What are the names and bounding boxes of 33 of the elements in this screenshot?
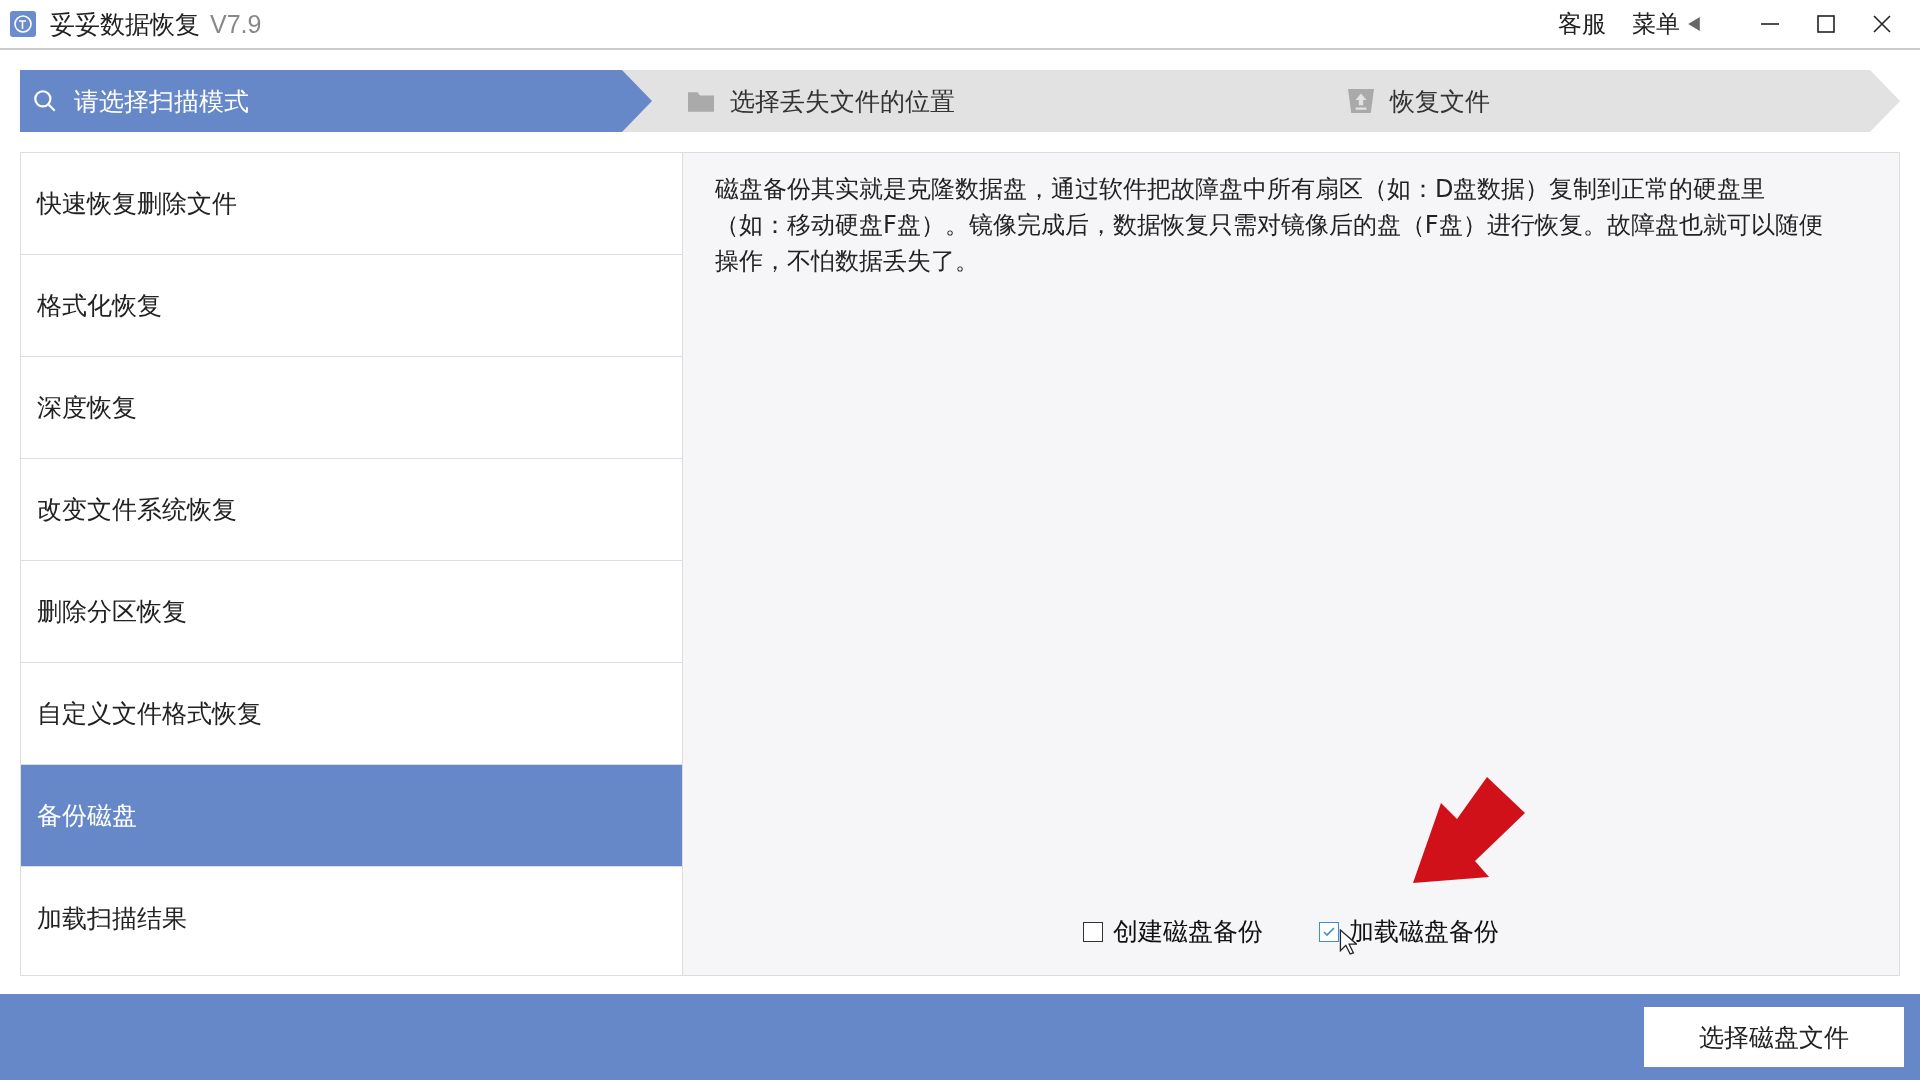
checkbox[interactable]	[1083, 921, 1103, 942]
mode-item[interactable]: 改变文件系统恢复	[21, 459, 682, 561]
pointer-arrow-icon	[1413, 777, 1525, 883]
option-checkbox[interactable]: 加载磁盘备份	[1319, 915, 1499, 948]
mode-item[interactable]: 加载扫描结果	[21, 867, 682, 969]
mode-item[interactable]: 格式化恢复	[21, 255, 682, 357]
step-tab[interactable]: 选择丢失文件的位置	[652, 70, 1318, 132]
maximize-icon	[1816, 14, 1836, 34]
step-label: 选择丢失文件的位置	[730, 85, 955, 118]
option-label: 创建磁盘备份	[1113, 916, 1263, 948]
version-label: V7.9	[210, 9, 262, 39]
step-tab[interactable]: 恢复文件	[1318, 70, 1490, 132]
minimize-icon	[1760, 23, 1780, 25]
option-checkbox[interactable]: 创建磁盘备份	[1083, 915, 1263, 948]
step-tab[interactable]: 请选择扫描模式	[20, 70, 652, 132]
select-disk-file-button[interactable]: 选择磁盘文件	[1644, 1007, 1904, 1067]
caret-icon	[1688, 17, 1700, 31]
mode-item[interactable]: 删除分区恢复	[21, 561, 682, 663]
close-icon	[1872, 14, 1892, 34]
option-label: 加载磁盘备份	[1349, 916, 1499, 948]
upload-icon	[1348, 88, 1374, 114]
window-title: 妥妥数据恢复	[50, 8, 200, 41]
description-text: 磁盘备份其实就是克隆数据盘，通过软件把故障盘中所有扇区（如：D盘数据）复制到正常的硬盘里（如：移动硬盘F盘）。镜像完成后，数据恢复只需对镜像后的盘（F盘）进行恢复。故障盘也就可以随便操作，不怕数据丢失了。	[715, 174, 1824, 277]
support-link[interactable]: 客服	[1558, 8, 1606, 40]
menu-button[interactable]: 菜单	[1632, 8, 1680, 40]
mode-item[interactable]: 快速恢复删除文件	[21, 153, 682, 255]
step-label: 请选择扫描模式	[74, 85, 249, 118]
mode-item[interactable]: 深度恢复	[21, 357, 682, 459]
search-icon	[32, 88, 58, 114]
mode-item[interactable]: 备份磁盘	[21, 765, 682, 867]
step-label: 恢复文件	[1390, 85, 1490, 118]
checkbox[interactable]	[1319, 921, 1339, 942]
app-logo-icon	[10, 11, 36, 37]
